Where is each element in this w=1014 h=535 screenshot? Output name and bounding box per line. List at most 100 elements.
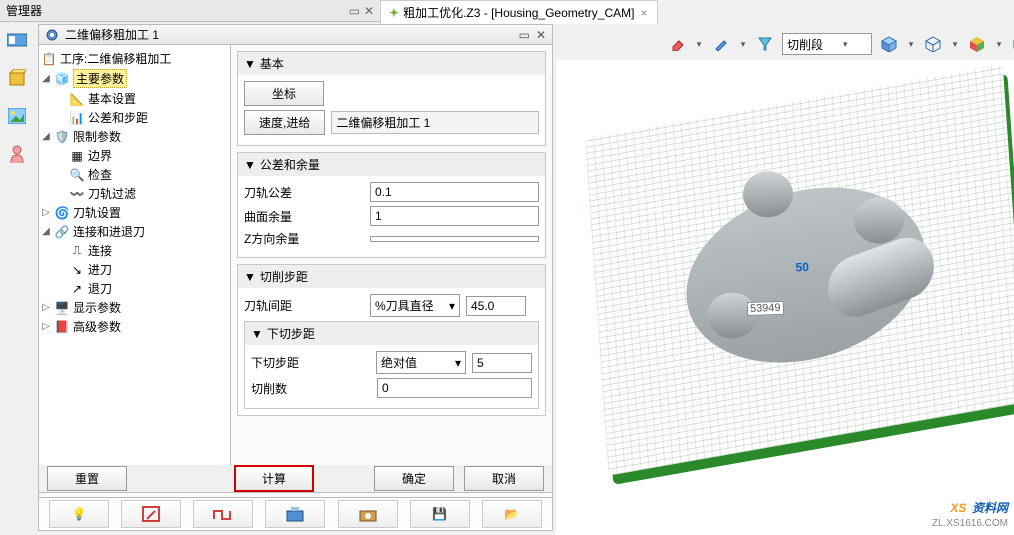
sidebar-manager-icon[interactable] bbox=[5, 28, 29, 52]
cube-wire-icon[interactable] bbox=[922, 33, 944, 55]
tab-close-icon[interactable]: × bbox=[638, 6, 649, 20]
group-downstep-header[interactable]: ▼下切步距 bbox=[245, 322, 538, 345]
tree-label: 检查 bbox=[88, 166, 112, 183]
link2-icon: ⎍ bbox=[69, 243, 85, 259]
z-allow-input[interactable] bbox=[370, 236, 539, 242]
collapse-icon[interactable]: ◢ bbox=[41, 226, 51, 237]
cube-blue-icon[interactable] bbox=[878, 33, 900, 55]
coord-button[interactable]: 坐标 bbox=[244, 81, 324, 106]
panel-header: 二维偏移粗加工 1 ▭ ✕ bbox=[39, 25, 552, 45]
collapse-icon[interactable]: ◢ bbox=[41, 73, 51, 84]
close-icon[interactable]: ✕ bbox=[364, 4, 374, 18]
segment-select[interactable]: 切削段▾ bbox=[782, 33, 872, 55]
cancel-button[interactable]: 取消 bbox=[464, 466, 544, 491]
settings-icon: 📐 bbox=[69, 91, 85, 107]
select-value: %刀具直径 bbox=[375, 297, 434, 314]
dialog-buttons: 重置 计算 确定 取消 bbox=[38, 465, 553, 493]
path-gap-input[interactable]: 45.0 bbox=[466, 296, 526, 316]
expand-icon[interactable]: ▷ bbox=[41, 302, 51, 313]
properties-pane: ▼基本 坐标 速度,进给二维偏移粗加工 1 ▼公差和余量 刀轨公差0.1 曲面余… bbox=[231, 45, 552, 485]
action-edit-icon[interactable] bbox=[121, 500, 181, 528]
tree-label: 连接 bbox=[88, 242, 112, 259]
action-machine-icon[interactable] bbox=[265, 500, 325, 528]
tree-link-lead[interactable]: ◢🔗连接和进退刀 bbox=[41, 222, 228, 241]
group-cutstep-header[interactable]: ▼切削步距 bbox=[238, 265, 545, 288]
dropdown-arrow-icon[interactable]: ▾ bbox=[950, 33, 960, 55]
tree-path-filter[interactable]: 〰️刀轨过滤 bbox=[41, 184, 228, 203]
collapse-icon[interactable]: ◢ bbox=[41, 131, 51, 142]
tree-check[interactable]: 🔍检查 bbox=[41, 165, 228, 184]
minimize-icon[interactable]: ▭ bbox=[349, 4, 360, 18]
sidebar-user-icon[interactable] bbox=[5, 142, 29, 166]
path-tol-input[interactable]: 0.1 bbox=[370, 182, 539, 202]
action-save-icon[interactable]: 💾 bbox=[410, 500, 470, 528]
tree-leadin[interactable]: ↘进刀 bbox=[41, 260, 228, 279]
dropdown-arrow-icon[interactable]: ▾ bbox=[738, 33, 748, 55]
params-icon: 🧊 bbox=[54, 71, 70, 87]
tree-link[interactable]: ⎍连接 bbox=[41, 241, 228, 260]
tree-basic-settings[interactable]: 📐基本设置 bbox=[41, 89, 228, 108]
tab-label: 粗加工优化.Z3 - [Housing_Geometry_CAM] bbox=[403, 4, 634, 21]
cube-color-icon[interactable] bbox=[966, 33, 988, 55]
panel-close-icon[interactable]: ✕ bbox=[536, 28, 546, 42]
tree-label: 显示参数 bbox=[73, 299, 121, 316]
tree-process[interactable]: 📋工序:二维偏移粗加工 bbox=[41, 49, 228, 68]
panel-undock-icon[interactable]: ▭ bbox=[519, 28, 530, 42]
tree-boundary[interactable]: ▦边界 bbox=[41, 146, 228, 165]
tree-main-params[interactable]: ◢🧊主要参数 bbox=[41, 68, 228, 89]
group-basic-header[interactable]: ▼基本 bbox=[238, 52, 545, 75]
field-label: 刀轨间距 bbox=[244, 297, 364, 314]
tree-tol-step[interactable]: 📊公差和步距 bbox=[41, 108, 228, 127]
dropdown-arrow-icon[interactable]: ▾ bbox=[994, 33, 1004, 55]
group-basic: ▼基本 坐标 速度,进给二维偏移粗加工 1 bbox=[237, 51, 546, 146]
op-name-field: 二维偏移粗加工 1 bbox=[331, 111, 539, 134]
path-gap-mode-select[interactable]: %刀具直径▾ bbox=[370, 294, 460, 317]
cube-cyan-icon[interactable] bbox=[1010, 33, 1014, 55]
sidebar-box-icon[interactable] bbox=[5, 66, 29, 90]
action-open-icon[interactable]: 📂 bbox=[482, 500, 542, 528]
group-label: 基本 bbox=[260, 55, 284, 72]
group-tol-header[interactable]: ▼公差和余量 bbox=[238, 153, 545, 176]
down-mode-select[interactable]: 绝对值▾ bbox=[376, 351, 466, 374]
document-tab[interactable]: ✦ 粗加工优化.Z3 - [Housing_Geometry_CAM] × bbox=[380, 0, 658, 24]
dropdown-arrow-icon[interactable]: ▾ bbox=[694, 33, 704, 55]
tree-leadout[interactable]: ↗退刀 bbox=[41, 279, 228, 298]
ok-button[interactable]: 确定 bbox=[374, 466, 454, 491]
sidebar-image-icon[interactable] bbox=[5, 104, 29, 128]
expand-icon[interactable]: ▷ bbox=[41, 207, 51, 218]
process-icon: 📋 bbox=[41, 51, 57, 67]
funnel-icon[interactable] bbox=[754, 33, 776, 55]
reset-button[interactable]: 重置 bbox=[47, 466, 127, 491]
calculate-button[interactable]: 计算 bbox=[234, 465, 314, 492]
group-cutstep: ▼切削步距 刀轨间距%刀具直径▾45.0 ▼下切步距 下切步距绝对值▾5 切削数… bbox=[237, 264, 546, 416]
tree-label: 连接和进退刀 bbox=[73, 223, 145, 240]
advanced-icon: 📕 bbox=[54, 319, 70, 335]
filter-icon: 〰️ bbox=[69, 186, 85, 202]
field-label: 下切步距 bbox=[251, 354, 370, 371]
collapse-icon: ▼ bbox=[244, 158, 256, 172]
operation-panel: 二维偏移粗加工 1 ▭ ✕ 📋工序:二维偏移粗加工 ◢🧊主要参数 📐基本设置 📊… bbox=[38, 24, 553, 500]
speed-button[interactable]: 速度,进给 bbox=[244, 110, 325, 135]
field-label: 刀轨公差 bbox=[244, 184, 364, 201]
dropdown-arrow-icon[interactable]: ▾ bbox=[906, 33, 916, 55]
tree-display[interactable]: ▷🖥️显示参数 bbox=[41, 298, 228, 317]
surf-allow-input[interactable]: 1 bbox=[370, 206, 539, 226]
tree-limit-params[interactable]: ◢🛡️限制参数 bbox=[41, 127, 228, 146]
cut-count-input[interactable]: 0 bbox=[377, 378, 532, 398]
tree-advanced[interactable]: ▷📕高级参数 bbox=[41, 317, 228, 336]
link-icon: 🔗 bbox=[54, 224, 70, 240]
check-icon: 🔍 bbox=[69, 167, 85, 183]
down-step-input[interactable]: 5 bbox=[472, 353, 532, 373]
tree-path-settings[interactable]: ▷🌀刀轨设置 bbox=[41, 203, 228, 222]
action-verify-icon[interactable] bbox=[338, 500, 398, 528]
brush-icon[interactable] bbox=[710, 33, 732, 55]
viewport-3d[interactable]: 53949 50 XS 资料网 ZL.XS1616.COM bbox=[556, 60, 1014, 535]
logo-url: ZL.XS1616.COM bbox=[932, 518, 1008, 529]
group-label: 切削步距 bbox=[260, 268, 308, 285]
expand-icon[interactable]: ▷ bbox=[41, 321, 51, 332]
group-tol: ▼公差和余量 刀轨公差0.1 曲面余量1 Z方向余量 bbox=[237, 152, 546, 258]
action-bulb-icon[interactable]: 💡 bbox=[49, 500, 109, 528]
eraser-icon[interactable] bbox=[666, 33, 688, 55]
field-label: 曲面余量 bbox=[244, 208, 364, 225]
action-path-icon[interactable] bbox=[193, 500, 253, 528]
